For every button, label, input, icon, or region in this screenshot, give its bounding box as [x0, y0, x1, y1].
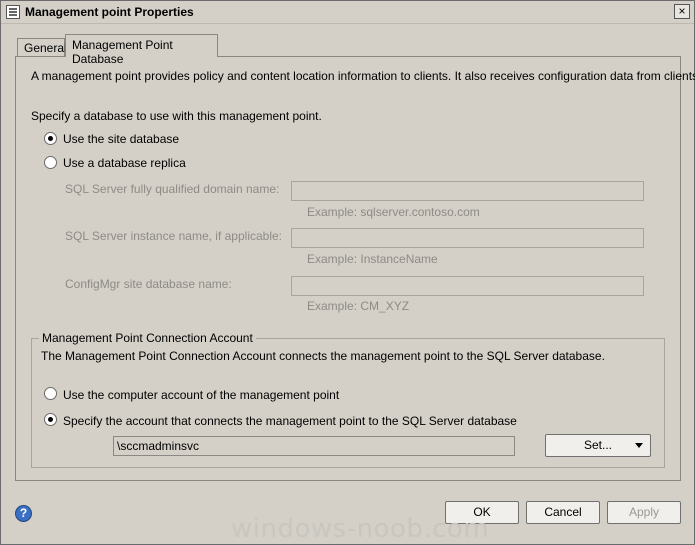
sql-instance-label: SQL Server instance name, if applicable: [65, 229, 283, 243]
help-icon[interactable]: ? [15, 505, 32, 522]
sql-fqdn-label: SQL Server fully qualified domain name: [65, 182, 280, 196]
site-database-name-label: ConfigMgr site database name: [65, 277, 232, 291]
sql-fqdn-field[interactable] [291, 181, 644, 201]
set-account-button-label: Set... [583, 438, 612, 452]
watermark: windows-noob.com [231, 514, 490, 544]
dropdown-arrow-icon [635, 443, 643, 448]
site-database-name-example: Example: CM_XYZ [307, 299, 410, 313]
use-site-database-radio[interactable] [44, 132, 57, 145]
cancel-button[interactable]: Cancel [526, 501, 600, 524]
use-database-replica-label[interactable]: Use a database replica [63, 156, 186, 170]
connection-account-group-title: Management Point Connection Account [39, 331, 256, 345]
set-account-button[interactable]: Set... [545, 434, 651, 457]
close-button[interactable]: × [674, 4, 690, 19]
window-title: Management point Properties [25, 5, 194, 19]
use-database-replica-radio[interactable] [44, 156, 57, 169]
properties-dialog: Management point Properties × General Ma… [0, 0, 695, 545]
use-computer-account-radio[interactable] [44, 387, 57, 400]
specify-account-radio[interactable] [44, 413, 57, 426]
panel-description: A management point provides policy and c… [31, 69, 695, 83]
tab-general[interactable]: General [17, 38, 67, 56]
connection-account-description: The Management Point Connection Account … [41, 349, 605, 363]
specify-account-label[interactable]: Specify the account that connects the ma… [63, 414, 517, 428]
sql-fqdn-example: Example: sqlserver.contoso.com [307, 205, 480, 219]
tab-management-point-database[interactable]: Management Point Database [65, 34, 218, 66]
use-computer-account-label[interactable]: Use the computer account of the manageme… [63, 388, 339, 402]
title-bar: Management point Properties × [1, 1, 694, 24]
properties-window-icon [6, 5, 20, 19]
sql-instance-field[interactable] [291, 228, 644, 248]
use-site-database-label[interactable]: Use the site database [63, 132, 179, 146]
site-database-name-field[interactable] [291, 276, 644, 296]
apply-button[interactable]: Apply [607, 501, 681, 524]
account-name-field[interactable]: \sccmadminsvc [113, 436, 515, 456]
sql-instance-example: Example: InstanceName [307, 252, 438, 266]
specify-database-label: Specify a database to use with this mana… [31, 109, 322, 123]
